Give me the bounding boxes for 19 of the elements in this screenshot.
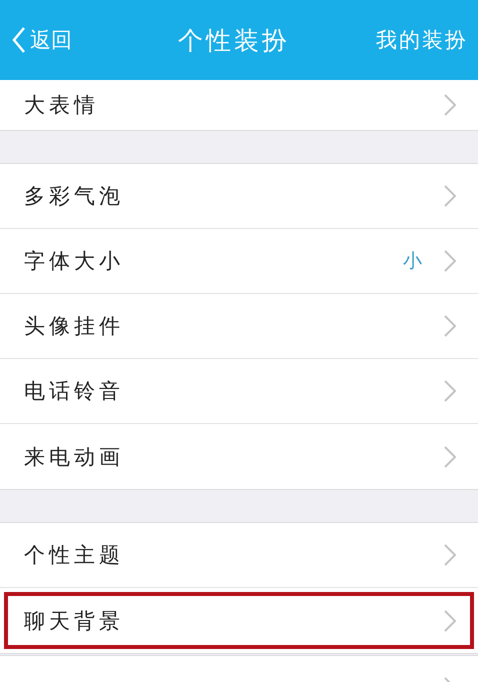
chevron-icon — [444, 250, 456, 272]
chevron-icon — [444, 446, 456, 468]
row-label: 聊天背景 — [24, 608, 125, 634]
chevron-icon — [444, 94, 456, 116]
chevron-icon — [444, 610, 456, 632]
row-label: 电话铃音 — [24, 378, 125, 405]
chevron-icon — [444, 544, 456, 566]
row-label: 多彩气泡 — [24, 183, 125, 210]
row-value: 小 — [403, 249, 422, 274]
page-title: 个性装扮 — [178, 24, 290, 56]
row-label: 字体大小 — [24, 248, 125, 275]
chevron-icon — [444, 315, 456, 337]
row-label: 来电动画 — [24, 444, 125, 470]
chevron-icon — [444, 380, 456, 402]
row-label: 头像挂件 — [24, 313, 125, 340]
chevron-icon — [444, 185, 456, 207]
row-label: 个性主题 — [24, 542, 125, 569]
back-icon — [12, 27, 26, 53]
row-label: 大表情 — [24, 92, 100, 119]
